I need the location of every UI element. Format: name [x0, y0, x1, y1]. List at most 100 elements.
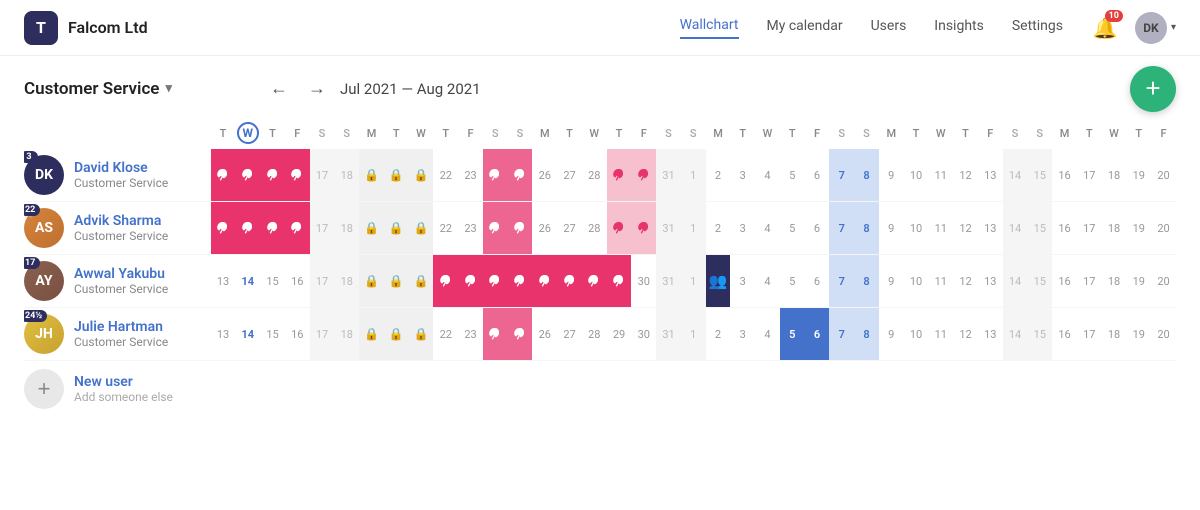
- day-cell-r0-c21[interactable]: 3: [730, 149, 755, 202]
- day-cell-r2-c29[interactable]: 11: [928, 255, 953, 308]
- day-cell-r2-c23[interactable]: 5: [780, 255, 805, 308]
- add-leave-button[interactable]: +: [1130, 66, 1176, 112]
- day-cell-r3-c14[interactable]: 27: [557, 308, 582, 361]
- day-cell-r2-c36[interactable]: 18: [1102, 255, 1127, 308]
- day-cell-r1-c7[interactable]: 🔒: [384, 202, 409, 255]
- day-cell-r3-c12[interactable]: [508, 308, 533, 361]
- day-cell-r3-c4[interactable]: 17: [310, 308, 335, 361]
- day-cell-r1-c24[interactable]: 6: [805, 202, 830, 255]
- day-cell-r0-c12[interactable]: [508, 149, 533, 202]
- day-cell-r2-c26[interactable]: 8: [854, 255, 879, 308]
- day-cell-r2-c1[interactable]: 14: [235, 255, 260, 308]
- day-cell-r3-c22[interactable]: 4: [755, 308, 780, 361]
- day-cell-r3-c16[interactable]: 29: [607, 308, 632, 361]
- day-cell-r2-c0[interactable]: 13: [211, 255, 236, 308]
- day-cell-r1-c9[interactable]: 22: [433, 202, 458, 255]
- day-cell-r0-c15[interactable]: 28: [582, 149, 607, 202]
- day-cell-r2-c34[interactable]: 16: [1052, 255, 1077, 308]
- day-cell-r0-c3[interactable]: [285, 149, 310, 202]
- day-cell-r3-c20[interactable]: 2: [706, 308, 731, 361]
- day-cell-r1-c38[interactable]: 20: [1151, 202, 1176, 255]
- day-cell-r2-c27[interactable]: 9: [879, 255, 904, 308]
- day-cell-r3-c11[interactable]: [483, 308, 508, 361]
- new-user-name[interactable]: New user: [74, 374, 173, 390]
- day-cell-r3-c21[interactable]: 3: [730, 308, 755, 361]
- day-cell-r1-c30[interactable]: 12: [953, 202, 978, 255]
- day-cell-r0-c26[interactable]: 8: [854, 149, 879, 202]
- day-cell-r0-c13[interactable]: 26: [532, 149, 557, 202]
- day-cell-r0-c28[interactable]: 10: [904, 149, 929, 202]
- day-cell-r0-c29[interactable]: 11: [928, 149, 953, 202]
- day-cell-r3-c9[interactable]: 22: [433, 308, 458, 361]
- day-cell-r0-c18[interactable]: 31: [656, 149, 681, 202]
- day-cell-r3-c19[interactable]: 1: [681, 308, 706, 361]
- day-cell-r0-c0[interactable]: [211, 149, 236, 202]
- add-person-button[interactable]: +: [24, 369, 64, 409]
- day-cell-r1-c26[interactable]: 8: [854, 202, 879, 255]
- day-cell-r1-c15[interactable]: 28: [582, 202, 607, 255]
- day-cell-r1-c1[interactable]: [235, 202, 260, 255]
- day-cell-r3-c35[interactable]: 17: [1077, 308, 1102, 361]
- person-name-2[interactable]: Awwal Yakubu: [74, 266, 168, 282]
- day-cell-r3-c5[interactable]: 18: [334, 308, 359, 361]
- day-cell-r0-c9[interactable]: 22: [433, 149, 458, 202]
- nav-users[interactable]: Users: [871, 18, 907, 38]
- day-cell-r2-c2[interactable]: 15: [260, 255, 285, 308]
- day-cell-r1-c25[interactable]: 7: [829, 202, 854, 255]
- day-cell-r3-c25[interactable]: 7: [829, 308, 854, 361]
- day-cell-r2-c31[interactable]: 13: [978, 255, 1003, 308]
- person-name-3[interactable]: Julie Hartman: [74, 319, 168, 335]
- day-cell-r2-c7[interactable]: 🔒: [384, 255, 409, 308]
- day-cell-r3-c24[interactable]: 6: [805, 308, 830, 361]
- day-cell-r2-c3[interactable]: 16: [285, 255, 310, 308]
- day-cell-r2-c35[interactable]: 17: [1077, 255, 1102, 308]
- day-cell-r0-c23[interactable]: 5: [780, 149, 805, 202]
- day-cell-r1-c37[interactable]: 19: [1126, 202, 1151, 255]
- day-cell-r0-c1[interactable]: [235, 149, 260, 202]
- user-menu[interactable]: DK ▾: [1135, 12, 1176, 44]
- day-cell-r2-c11[interactable]: [483, 255, 508, 308]
- day-cell-r1-c16[interactable]: [607, 202, 632, 255]
- day-cell-r0-c37[interactable]: 19: [1126, 149, 1151, 202]
- day-cell-r2-c6[interactable]: 🔒: [359, 255, 384, 308]
- day-cell-r0-c32[interactable]: 14: [1003, 149, 1028, 202]
- day-cell-r3-c0[interactable]: 13: [211, 308, 236, 361]
- day-cell-r0-c19[interactable]: 1: [681, 149, 706, 202]
- day-cell-r1-c11[interactable]: [483, 202, 508, 255]
- day-cell-r0-c20[interactable]: 2: [706, 149, 731, 202]
- day-cell-r2-c18[interactable]: 31: [656, 255, 681, 308]
- day-cell-r3-c27[interactable]: 9: [879, 308, 904, 361]
- notification-button[interactable]: 🔔 10: [1091, 14, 1119, 42]
- day-cell-r0-c6[interactable]: 🔒: [359, 149, 384, 202]
- day-cell-r1-c20[interactable]: 2: [706, 202, 731, 255]
- day-cell-r1-c34[interactable]: 16: [1052, 202, 1077, 255]
- day-cell-r1-c21[interactable]: 3: [730, 202, 755, 255]
- day-cell-r1-c19[interactable]: 1: [681, 202, 706, 255]
- day-cell-r2-c16[interactable]: [607, 255, 632, 308]
- day-cell-r1-c22[interactable]: 4: [755, 202, 780, 255]
- day-cell-r2-c32[interactable]: 14: [1003, 255, 1028, 308]
- day-cell-r1-c36[interactable]: 18: [1102, 202, 1127, 255]
- day-cell-r2-c17[interactable]: 30: [631, 255, 656, 308]
- day-cell-r2-c37[interactable]: 19: [1126, 255, 1151, 308]
- user-avatar[interactable]: DK: [1135, 12, 1167, 44]
- day-cell-r0-c17[interactable]: [631, 149, 656, 202]
- day-cell-r3-c6[interactable]: 🔒: [359, 308, 384, 361]
- day-cell-r1-c10[interactable]: 23: [458, 202, 483, 255]
- day-cell-r3-c18[interactable]: 31: [656, 308, 681, 361]
- next-period-button[interactable]: →: [302, 76, 332, 101]
- day-cell-r1-c0[interactable]: [211, 202, 236, 255]
- day-cell-r0-c36[interactable]: 18: [1102, 149, 1127, 202]
- day-cell-r3-c38[interactable]: 20: [1151, 308, 1176, 361]
- day-cell-r1-c14[interactable]: 27: [557, 202, 582, 255]
- day-cell-r0-c31[interactable]: 13: [978, 149, 1003, 202]
- day-cell-r2-c25[interactable]: 7: [829, 255, 854, 308]
- day-cell-r3-c1[interactable]: 14: [235, 308, 260, 361]
- day-cell-r2-c24[interactable]: 6: [805, 255, 830, 308]
- day-cell-r1-c5[interactable]: 18: [334, 202, 359, 255]
- day-cell-r3-c23[interactable]: 5: [780, 308, 805, 361]
- day-cell-r2-c10[interactable]: [458, 255, 483, 308]
- day-cell-r0-c2[interactable]: [260, 149, 285, 202]
- nav-settings[interactable]: Settings: [1012, 18, 1063, 38]
- day-cell-r1-c32[interactable]: 14: [1003, 202, 1028, 255]
